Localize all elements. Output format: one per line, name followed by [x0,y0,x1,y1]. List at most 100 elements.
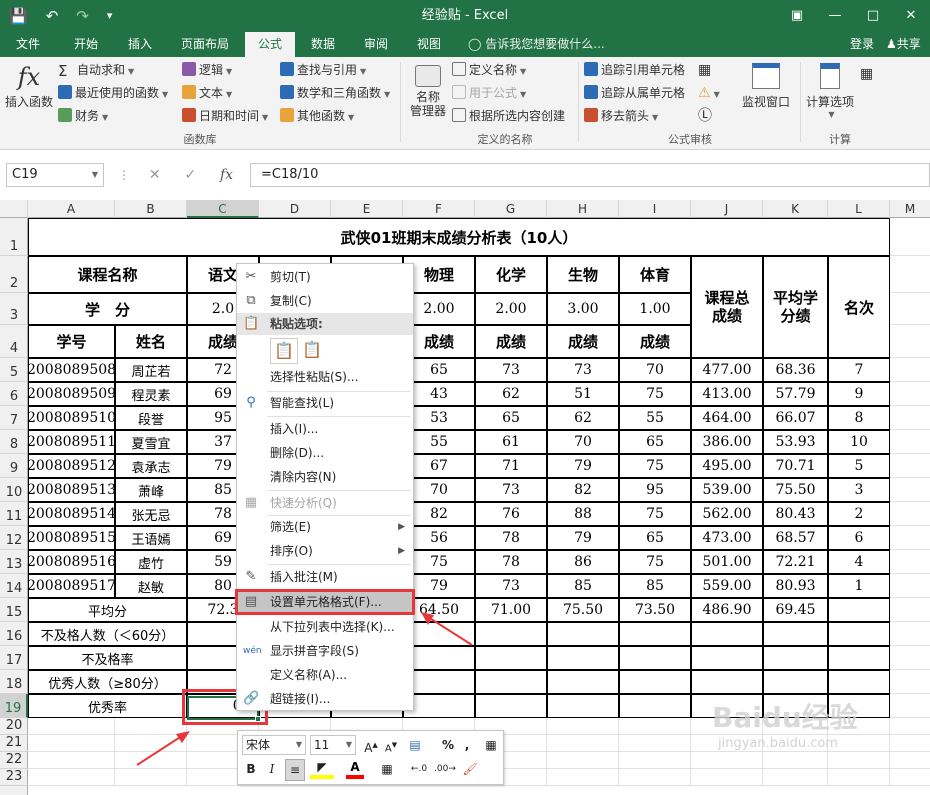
score-cell-k5[interactable]: 68.36 [763,358,828,382]
score-cell-k7[interactable]: 66.07 [763,406,828,430]
student-id-cell[interactable]: 2008089515 [28,526,115,550]
header-course-name[interactable]: 课程名称 [28,256,187,293]
tab-formulas[interactable]: 公式 [245,32,295,57]
header-score-i[interactable]: 成绩 [619,325,691,358]
grow-font-icon[interactable]: A▲ [362,735,380,758]
score-cell-h9[interactable]: 79 [547,454,619,478]
student-name-cell[interactable]: 赵敏 [115,574,187,598]
share-button[interactable]: ♟共享 [886,32,930,57]
row-header-14[interactable]: 14 [0,574,28,598]
score-cell-k9[interactable]: 70.71 [763,454,828,478]
menu-hyperlink[interactable]: 🔗 超链接(I)... [237,688,413,710]
menu-cut[interactable]: ✂ 剪切(T) [237,266,413,288]
summary-cell-l17[interactable] [828,646,890,670]
insert-function-fx-icon[interactable]: fx [220,167,233,183]
student-name-cell[interactable]: 周芷若 [115,358,187,382]
student-name-cell[interactable]: 袁承志 [115,454,187,478]
restore-ribbon-icon[interactable]: ▣ [778,0,816,32]
score-cell-k6[interactable]: 57.79 [763,382,828,406]
score-cell-g10[interactable]: 73 [475,478,547,502]
tab-review[interactable]: 审阅 [352,32,400,57]
score-cell-g8[interactable]: 61 [475,430,547,454]
watch-window-button[interactable]: 监视窗口 [740,63,792,111]
row-header-22[interactable]: 22 [0,752,28,769]
summary-cell-k17[interactable] [763,646,828,670]
fill-color-icon[interactable]: ◤ [310,759,334,779]
student-name-cell[interactable]: 王语嫣 [115,526,187,550]
student-name-cell[interactable]: 程灵素 [115,382,187,406]
student-id-cell[interactable]: 2008089511 [28,430,115,454]
student-name-cell[interactable]: 张无忌 [115,502,187,526]
remove-arrows-button[interactable]: 移去箭头 ▼ [584,107,658,127]
score-cell-i7[interactable]: 55 [619,406,691,430]
header-credit-h[interactable]: 3.00 [547,293,619,325]
summary-cell-i19[interactable] [619,694,691,718]
row-header-23[interactable]: 23 [0,769,28,786]
student-id-cell[interactable]: 2008089513 [28,478,115,502]
select-all-corner[interactable] [0,200,28,218]
menu-paste-special[interactable]: 选择性粘贴(S)... [237,366,413,388]
row-header-17[interactable]: 17 [0,646,28,670]
student-name-cell[interactable]: 夏雪宜 [115,430,187,454]
student-id-cell[interactable]: 2008089509 [28,382,115,406]
score-cell-k10[interactable]: 75.50 [763,478,828,502]
cancel-icon[interactable]: ✕ [149,167,161,183]
score-cell-l10[interactable]: 3 [828,478,890,502]
score-cell-l12[interactable]: 6 [828,526,890,550]
header-student-id[interactable]: 学号 [28,325,115,358]
row-header-11[interactable]: 11 [0,502,28,526]
calc-now-icon[interactable]: ▦ [860,65,873,83]
student-name-cell[interactable]: 萧峰 [115,478,187,502]
student-id-cell[interactable]: 2008089508 [28,358,115,382]
score-cell-h7[interactable]: 62 [547,406,619,430]
summary-cell-h16[interactable] [547,622,619,646]
header-subject-i[interactable]: 体育 [619,256,691,293]
redo-icon[interactable]: ↷ [67,0,98,32]
math-button[interactable]: 数学和三角函数 ▼ [280,84,390,104]
student-id-cell[interactable]: 2008089517 [28,574,115,598]
summary-cell-g18[interactable] [475,670,547,694]
decrease-decimal-icon[interactable]: .00→ [434,759,456,779]
score-cell-j14[interactable]: 559.00 [691,574,763,598]
score-cell-h11[interactable]: 88 [547,502,619,526]
score-cell-g13[interactable]: 78 [475,550,547,574]
avg-cell-l[interactable] [828,598,890,622]
font-color-icon[interactable]: A [346,759,364,779]
student-name-cell[interactable]: 虚竹 [115,550,187,574]
name-box[interactable]: C19 ▼ [6,163,104,187]
avg-cell-g[interactable]: 71.00 [475,598,547,622]
score-cell-i5[interactable]: 70 [619,358,691,382]
column-header-l[interactable]: L [828,200,890,218]
score-cell-j10[interactable]: 539.00 [691,478,763,502]
column-header-f[interactable]: F [403,200,475,218]
row-header-2[interactable]: 2 [0,256,28,293]
summary-cell-k16[interactable] [763,622,828,646]
lookup-button[interactable]: 查找与引用 ▼ [280,61,366,81]
row-header-18[interactable]: 18 [0,670,28,694]
tab-file[interactable]: 文件 [6,32,50,57]
row-header-7[interactable]: 7 [0,406,28,430]
row-header-13[interactable]: 13 [0,550,28,574]
score-cell-h13[interactable]: 86 [547,550,619,574]
excellent-rate-label[interactable]: 优秀率 [28,694,187,718]
save-icon[interactable]: 💾 [0,0,37,32]
column-header-e[interactable]: E [331,200,403,218]
summary-cell-i16[interactable] [619,622,691,646]
row-header-8[interactable]: 8 [0,430,28,454]
paste-format-icon[interactable]: 📋 [270,338,298,364]
summary-cell-h17[interactable] [547,646,619,670]
summary-cell-g19[interactable] [475,694,547,718]
sheet-title[interactable]: 武侠01班期末成绩分析表（10人） [28,218,890,256]
format-table-icon[interactable]: ▦ [482,735,500,755]
student-id-cell[interactable]: 2008089512 [28,454,115,478]
summary-cell-g17[interactable] [475,646,547,670]
score-cell-k11[interactable]: 80.43 [763,502,828,526]
score-cell-g12[interactable]: 78 [475,526,547,550]
summary-cell-j18[interactable] [691,670,763,694]
menu-delete[interactable]: 删除(D)... [237,442,413,464]
score-cell-k13[interactable]: 72.21 [763,550,828,574]
maximize-icon[interactable]: □ [854,0,892,32]
summary-cell-j17[interactable] [691,646,763,670]
header-rank[interactable]: 名次 [828,256,890,358]
increase-decimal-icon[interactable]: ←.0 [408,759,430,779]
